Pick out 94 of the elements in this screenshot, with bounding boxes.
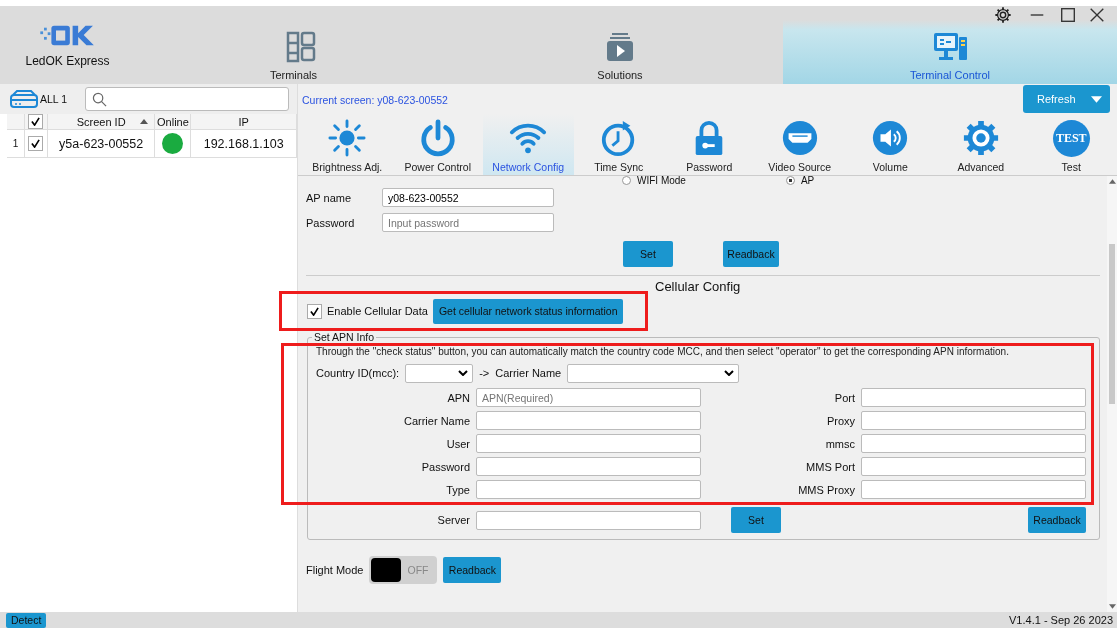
radio-button[interactable] [622,176,631,185]
scroll-up-icon[interactable] [1108,179,1116,184]
input-field[interactable] [476,480,701,499]
field-label: Type [445,483,470,496]
tool-tab[interactable]: Brightness Adj. [302,114,393,175]
row-checkbox[interactable] [28,136,44,151]
field-label: MMS Proxy [797,483,855,496]
field-label: Server [436,514,470,526]
column-header[interactable]: Online [157,115,189,128]
hint-text: Through the "check status" button, you can automatically match the country code MCC, and then select "operator" to get the corresponding APN information. [316,346,1010,357]
readback-button[interactable]: Readback [443,557,502,583]
row-number: 1 [12,138,19,149]
monitor-icon [932,31,968,63]
chevron-icon [724,370,735,376]
table-cell: y5a-623-00552 [59,136,144,151]
group-legend: Set APN Info [312,331,377,343]
input-field[interactable] [861,411,1086,430]
sun-icon [328,119,367,157]
terminals-icon [285,31,317,63]
tool-tab[interactable]: TEST Test [1026,114,1117,175]
radio-button[interactable] [785,176,795,185]
nav-tab[interactable]: Terminals [135,6,457,84]
maximize-icon[interactable] [1059,6,1077,24]
field-label: Carrier Name [403,414,470,427]
app-name: LedOK Express [25,54,110,68]
readback-button[interactable]: Readback [723,241,779,267]
scrollbar[interactable] [1107,176,1117,612]
arrow-text: -> [479,367,490,379]
tool-tab[interactable]: Video Source [754,114,845,175]
input-field[interactable] [861,388,1086,407]
radio-label: WIFI Mode [637,176,686,185]
field-label: Password [306,216,356,229]
input-field[interactable] [861,457,1086,476]
field-label: AP name [306,191,353,204]
sort-icon [140,119,149,124]
input-field[interactable]: y08-623-00552 [382,188,554,207]
input-field[interactable] [476,411,701,430]
tool-tab[interactable]: Advanced [935,114,1026,175]
logo-icon [39,24,96,48]
country-dropdown[interactable] [405,363,474,383]
tool-tab[interactable]: Volume [845,114,936,175]
tool-tab[interactable]: Time Sync [573,114,664,175]
section-title: Cellular Config [655,279,741,294]
version-text: V1.4.1 - Sep 26 2023 [1009,614,1113,626]
field-label: Proxy [825,414,855,427]
radio-label: AP [800,176,815,185]
field-label: Password [420,460,470,473]
field-label: MMS Port [805,460,855,473]
field-label: Flight Mode [306,564,364,576]
search-icon [92,91,108,107]
input-field[interactable] [476,510,701,530]
field-label: APN [446,391,470,404]
input-field[interactable] [476,434,701,453]
tool-tab[interactable]: Password [664,114,755,175]
settings-icon[interactable] [994,6,1012,24]
set-button[interactable]: Set [731,507,781,533]
input-field[interactable]: Input password [382,213,554,232]
column-header[interactable]: IP [238,115,249,128]
field-label: User [445,437,470,450]
power-icon [418,119,457,157]
chevron-icon [458,370,469,376]
scroll-down-icon[interactable] [1108,604,1116,609]
field-label: Carrier Name [495,367,562,379]
column-header[interactable]: Screen ID [76,115,126,128]
readback-button[interactable]: Readback [1028,507,1086,533]
set-button[interactable]: Set [623,241,673,267]
device-group-icon [10,90,38,108]
play-stack-icon [604,31,636,63]
field-label: Port [833,391,855,404]
nav-tab[interactable]: Terminal Control [783,20,1117,84]
search-field[interactable] [85,87,289,111]
carrier-dropdown[interactable] [567,363,740,383]
group-label: ALL 1 [40,93,68,105]
input-field[interactable] [861,480,1086,499]
select-all-checkbox[interactable] [28,114,44,129]
speaker-icon [871,119,910,157]
nav-tab[interactable]: Solutions [457,6,783,84]
tool-tab[interactable]: Power Control [392,114,483,175]
cellular-status-button[interactable]: Get cellular network status information [432,298,624,324]
current-screen-label: Current screen: y08-623-00552 [302,94,448,106]
caret-icon [1091,95,1102,103]
checkbox[interactable] [307,303,322,319]
gear-icon [961,119,1000,157]
hdmi-port-icon [780,119,819,157]
table-cell: 192.168.1.103 [203,136,284,151]
detect-button[interactable]: Detect [6,612,47,628]
input-field[interactable] [861,434,1086,453]
input-field[interactable]: APN(Required) [476,388,701,407]
test-badge: TEST [1052,120,1090,157]
field-label: Country ID(mcc): [316,367,400,379]
input-field[interactable] [476,457,701,476]
checkbox-label: Enable Cellular Data [327,305,428,317]
close-icon[interactable] [1088,6,1106,24]
field-label: mmsc [824,437,855,450]
